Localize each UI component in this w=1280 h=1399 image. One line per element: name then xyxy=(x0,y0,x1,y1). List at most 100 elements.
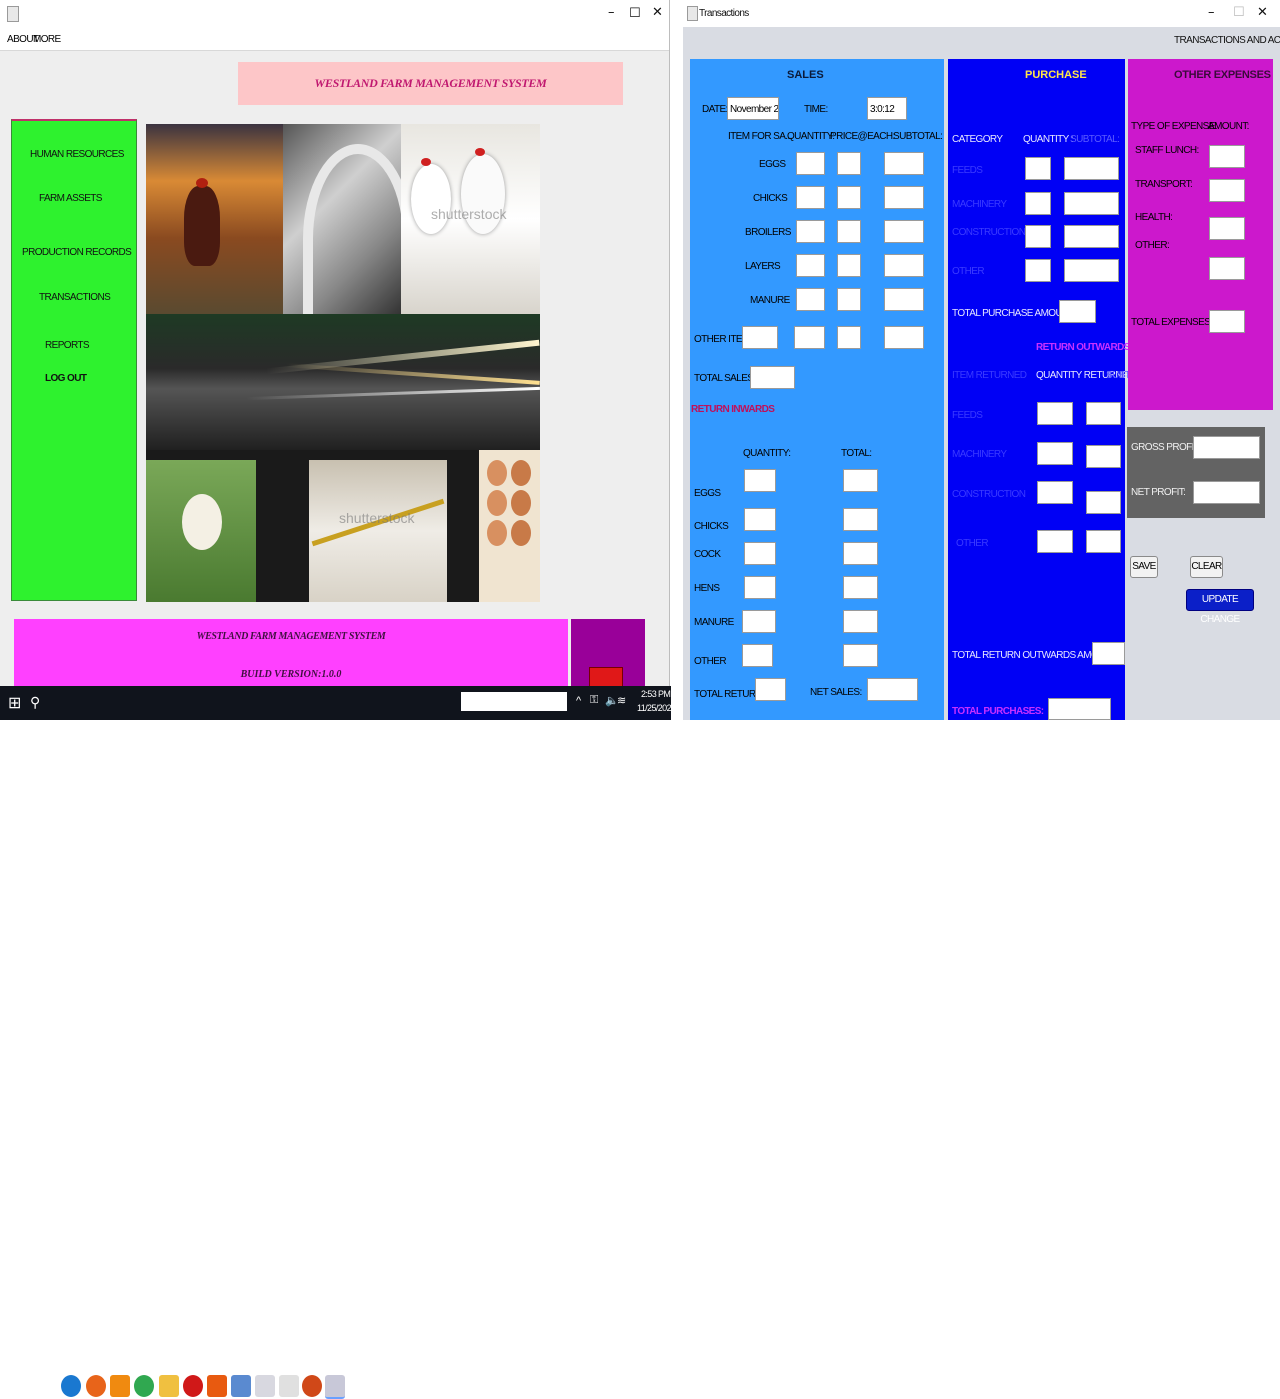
java-app-taskbar-icon[interactable] xyxy=(325,1375,345,1399)
return-eggs-quantity-field[interactable] xyxy=(744,469,776,492)
feeds-subtotal-field[interactable] xyxy=(1064,157,1119,180)
chicks-subtotal-field[interactable] xyxy=(884,186,924,209)
broilers-subtotal-field[interactable] xyxy=(884,220,924,243)
outwards-feeds-subtotal-field[interactable] xyxy=(1086,402,1121,425)
return-chicks-quantity-field[interactable] xyxy=(744,508,776,531)
net-sales-field[interactable] xyxy=(867,678,918,701)
time-field[interactable]: 3:0:12 xyxy=(867,97,907,120)
app-icon[interactable] xyxy=(207,1375,227,1397)
other-expense-field[interactable] xyxy=(1209,257,1245,280)
notes-icon[interactable] xyxy=(255,1375,275,1397)
eggs-price-field[interactable] xyxy=(837,152,861,175)
net-profit-field[interactable] xyxy=(1193,481,1260,504)
exit-button[interactable] xyxy=(589,667,623,688)
tray-network-icon[interactable]: ⚿ xyxy=(590,694,598,707)
feeds-quantity-field[interactable] xyxy=(1025,157,1051,180)
total-sales-field[interactable] xyxy=(750,366,795,389)
return-other-quantity-field[interactable] xyxy=(742,644,773,667)
date-field[interactable]: November 2024 xyxy=(727,97,779,120)
tray-wifi-icon[interactable]: ≋ xyxy=(617,694,626,707)
outwards-other-subtotal-field[interactable] xyxy=(1086,530,1121,553)
total-expenses-field[interactable] xyxy=(1209,310,1245,333)
sidebar-item-farm-assets[interactable]: FARM ASSETS xyxy=(39,193,102,204)
other-item-price-field[interactable] xyxy=(837,326,861,349)
manure-quantity-field[interactable] xyxy=(796,288,825,311)
total-purchase-field[interactable] xyxy=(1059,300,1096,323)
maximize-icon[interactable]: ☐ xyxy=(1233,5,1245,20)
java-icon[interactable] xyxy=(279,1375,299,1397)
sidebar-item-human-resources[interactable]: HUMAN RESOURCES xyxy=(30,149,124,160)
return-hens-total-field[interactable] xyxy=(843,576,878,599)
manure-subtotal-field[interactable] xyxy=(884,288,924,311)
layers-subtotal-field[interactable] xyxy=(884,254,924,277)
sidebar-item-production-records[interactable]: PRODUCTION RECORDS xyxy=(22,247,132,258)
opera-icon[interactable] xyxy=(183,1375,203,1397)
total-return-outwards-field[interactable] xyxy=(1092,642,1125,665)
vlc-icon[interactable] xyxy=(110,1375,130,1397)
outwards-construction-subtotal-field[interactable] xyxy=(1086,491,1121,514)
construction-quantity-field[interactable] xyxy=(1025,225,1051,248)
return-manure-total-field[interactable] xyxy=(843,610,878,633)
layers-price-field[interactable] xyxy=(837,254,861,277)
search-icon[interactable]: ⚲ xyxy=(30,694,40,711)
eggs-quantity-field[interactable] xyxy=(796,152,825,175)
total-purchases-field[interactable] xyxy=(1048,698,1111,720)
return-other-total-field[interactable] xyxy=(843,644,878,667)
clear-button[interactable]: CLEAR xyxy=(1190,556,1223,578)
broilers-quantity-field[interactable] xyxy=(796,220,825,243)
outwards-feeds-quantity-field[interactable] xyxy=(1037,402,1073,425)
return-chicks-total-field[interactable] xyxy=(843,508,878,531)
return-eggs-total-field[interactable] xyxy=(843,469,878,492)
minimize-icon[interactable]: – xyxy=(1208,5,1215,20)
other-item-subtotal-field[interactable] xyxy=(884,326,924,349)
edge-icon[interactable] xyxy=(61,1375,81,1397)
layers-quantity-field[interactable] xyxy=(796,254,825,277)
close-icon[interactable]: ✕ xyxy=(1257,5,1268,20)
machinery-subtotal-field[interactable] xyxy=(1064,192,1119,215)
other-item-quantity-field[interactable] xyxy=(794,326,825,349)
file-explorer-icon[interactable] xyxy=(159,1375,179,1397)
close-icon[interactable]: ✕ xyxy=(652,5,663,20)
return-manure-quantity-field[interactable] xyxy=(742,610,776,633)
outwards-other-quantity-field[interactable] xyxy=(1037,530,1073,553)
save-button[interactable]: SAVE xyxy=(1130,556,1158,578)
sidebar-item-transactions[interactable]: TRANSACTIONS xyxy=(39,292,111,303)
menu-more[interactable]: MORE xyxy=(33,34,61,45)
outwards-construction-quantity-field[interactable] xyxy=(1037,481,1073,504)
virtualbox-icon[interactable] xyxy=(231,1375,251,1397)
update-change-button[interactable]: UPDATE CHANGE xyxy=(1186,589,1254,625)
chicks-quantity-field[interactable] xyxy=(796,186,825,209)
taskbar-date[interactable]: 11/25/2024 xyxy=(637,703,676,713)
other-quantity-field[interactable] xyxy=(1025,259,1051,282)
windows-start-icon[interactable]: ⊞ xyxy=(8,693,21,713)
tray-chevron-icon[interactable]: ^ xyxy=(576,695,581,707)
minimize-icon[interactable]: – xyxy=(608,5,615,20)
staff-lunch-field[interactable] xyxy=(1209,145,1245,168)
powerpoint-icon[interactable] xyxy=(302,1375,322,1397)
chrome-icon[interactable] xyxy=(134,1375,154,1397)
health-field[interactable] xyxy=(1209,217,1245,240)
eggs-subtotal-field[interactable] xyxy=(884,152,924,175)
main-title-bar: – ☐ ✕ xyxy=(0,0,669,28)
return-cock-total-field[interactable] xyxy=(843,542,878,565)
outwards-machinery-quantity-field[interactable] xyxy=(1037,442,1073,465)
gross-profit-field[interactable] xyxy=(1193,436,1260,459)
return-cock-quantity-field[interactable] xyxy=(744,542,776,565)
other-subtotal-field[interactable] xyxy=(1064,259,1119,282)
sidebar-item-log-out[interactable]: LOG OUT xyxy=(45,373,87,384)
firefox-icon[interactable] xyxy=(86,1375,106,1397)
maximize-icon[interactable]: ☐ xyxy=(629,6,641,21)
outwards-machinery-subtotal-field[interactable] xyxy=(1086,445,1121,468)
total-returns-field[interactable] xyxy=(755,678,786,701)
other-item-name-field[interactable] xyxy=(742,326,778,349)
return-hens-quantity-field[interactable] xyxy=(744,576,776,599)
broilers-price-field[interactable] xyxy=(837,220,861,243)
construction-subtotal-field[interactable] xyxy=(1064,225,1119,248)
taskbar-search-box[interactable] xyxy=(461,692,567,711)
machinery-quantity-field[interactable] xyxy=(1025,192,1051,215)
taskbar-time[interactable]: 2:53 PM xyxy=(641,689,671,699)
sidebar-item-reports[interactable]: REPORTS xyxy=(45,340,90,351)
manure-price-field[interactable] xyxy=(837,288,861,311)
transport-field[interactable] xyxy=(1209,179,1245,202)
chicks-price-field[interactable] xyxy=(837,186,861,209)
